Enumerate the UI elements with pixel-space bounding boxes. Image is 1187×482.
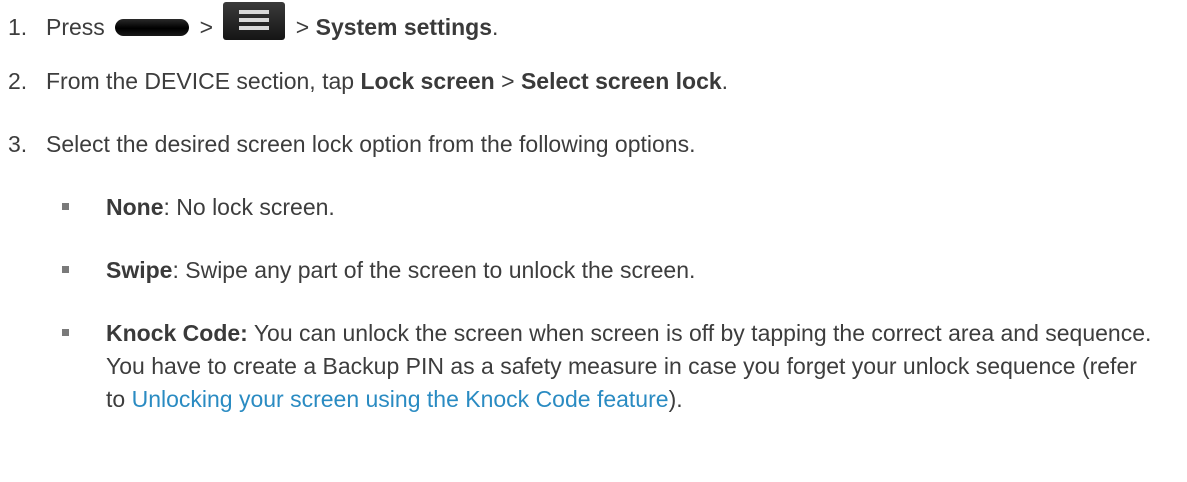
separator: > <box>295 14 310 40</box>
menu-key-icon <box>223 2 286 40</box>
bullet-icon <box>62 329 69 336</box>
step-text: From the DEVICE section, tap <box>46 68 355 94</box>
step-number: 2. <box>8 68 28 94</box>
step-text: Press <box>46 14 105 40</box>
system-settings-label: System settings <box>315 14 493 40</box>
lock-screen-label: Lock screen <box>360 68 495 94</box>
option-name: Swipe <box>106 257 173 283</box>
option-name: None <box>106 194 164 220</box>
step-3: 3. Select the desired screen lock option … <box>8 128 695 161</box>
bullet-icon <box>62 266 69 273</box>
home-key-icon <box>115 19 190 36</box>
option-desc: : No lock screen. <box>163 194 335 220</box>
step-1: 1. Press > > System settings. <box>8 2 498 44</box>
option-desc: : Swipe any part of the screen to unlock… <box>172 257 696 283</box>
step-text: Select the desired screen lock option fr… <box>46 131 696 157</box>
bullet-icon <box>62 203 69 210</box>
step-number: 1. <box>8 14 28 40</box>
option-swipe: Swipe: Swipe any part of the screen to u… <box>62 254 1162 287</box>
separator: > <box>501 68 515 94</box>
option-knock-code: Knock Code: You can unlock the screen wh… <box>62 317 1162 416</box>
option-name: Knock Code: <box>106 320 248 346</box>
knock-code-feature-link[interactable]: Unlocking your screen using the Knock Co… <box>132 386 669 412</box>
separator: > <box>199 14 214 40</box>
step-number: 3. <box>8 131 28 157</box>
step-2: 2. From the DEVICE section, tap Lock scre… <box>8 65 728 98</box>
option-none: None: No lock screen. <box>62 191 1162 224</box>
select-screen-lock-label: Select screen lock <box>520 68 722 94</box>
